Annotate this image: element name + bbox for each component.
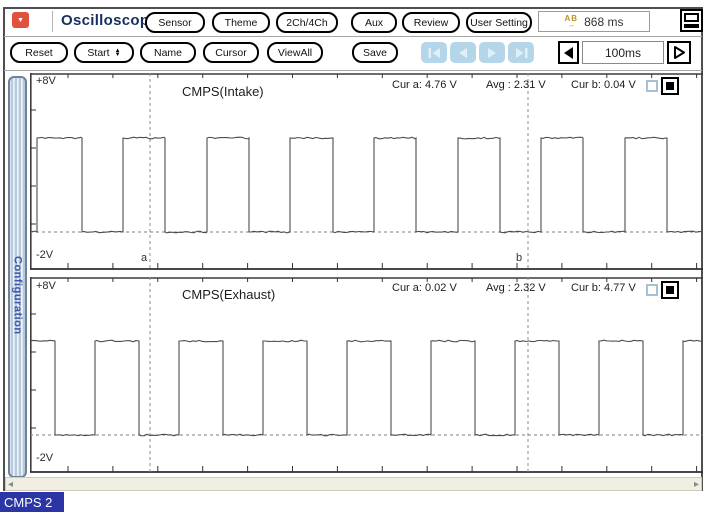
- intake-cursor-a-value: Cur a: 4.76 V: [392, 79, 457, 91]
- intake-channel-indicator[interactable]: [661, 77, 679, 95]
- go-first-button[interactable]: [421, 42, 447, 63]
- start-button-label: Start: [87, 46, 110, 59]
- titlebar-divider: [4, 36, 702, 37]
- indicator-fill: [666, 82, 674, 90]
- viewall-button[interactable]: ViewAll: [267, 42, 323, 63]
- configuration-tab[interactable]: Configuration: [8, 76, 27, 478]
- exhaust-title: CMPS(Exhaust): [182, 287, 276, 302]
- toolbar-divider: [4, 70, 702, 71]
- configuration-tab-label: Configuration: [11, 255, 24, 335]
- arrow-left-icon: [459, 47, 467, 58]
- dropdown-triangle-icon: ▼: [17, 16, 24, 24]
- oscilloscope-window: ▼ Oscilloscope Sensor Theme 2Ch/4Ch Aux …: [0, 0, 713, 521]
- start-button[interactable]: Start ▲ ▼: [74, 42, 134, 63]
- channel-badge: CMPS 2: [0, 492, 64, 512]
- hamburger-menu-icon[interactable]: [680, 9, 703, 32]
- timebase-value[interactable]: 100ms: [582, 41, 664, 64]
- user-setting-button[interactable]: User Setting: [466, 12, 532, 33]
- exhaust-cursor-a-value: Cur a: 0.02 V: [392, 282, 457, 294]
- intake-checkbox[interactable]: [646, 80, 658, 92]
- review-button[interactable]: Review: [402, 12, 460, 33]
- cursor-a-label: a: [141, 252, 148, 264]
- intake-avg-value: Avg : 2.31 V: [486, 79, 546, 91]
- exhaust-vmax-label: +8V: [36, 280, 56, 292]
- ab-time-value: 868 ms: [584, 14, 624, 29]
- exhaust-channel-indicator[interactable]: [661, 281, 679, 299]
- start-spinner-icon: ▲ ▼: [114, 47, 121, 58]
- arrow-right-icon: [488, 47, 496, 58]
- theme-button[interactable]: Theme: [212, 12, 270, 33]
- exhaust-vmin-label: -2V: [36, 452, 54, 464]
- scroll-right-icon[interactable]: ▸: [694, 479, 699, 490]
- triangle-left-icon: [564, 46, 573, 59]
- go-next-button[interactable]: [479, 42, 505, 63]
- menu-bar-icon: [684, 13, 699, 22]
- intake-vmax-label: +8V: [36, 75, 56, 87]
- app-menu-icon[interactable]: ▼: [12, 12, 29, 28]
- cursor-button[interactable]: Cursor: [203, 42, 259, 63]
- aux-button[interactable]: Aux: [351, 12, 397, 33]
- menu-bar-icon: [684, 23, 699, 28]
- intake-waveform-plot[interactable]: [30, 73, 703, 271]
- exhaust-waveform-plot[interactable]: [30, 277, 703, 474]
- indicator-fill: [666, 286, 674, 294]
- triangle-right-icon: [673, 46, 685, 59]
- sensor-button[interactable]: Sensor: [145, 12, 205, 33]
- save-button[interactable]: Save: [352, 42, 398, 63]
- skip-start-icon: [428, 47, 440, 58]
- intake-cursor-b-value: Cur b: 0.04 V: [571, 79, 636, 91]
- exhaust-cursor-b-value: Cur b: 4.77 V: [571, 282, 636, 294]
- ab-time-readout: AB ↔ 868 ms: [538, 11, 650, 32]
- reset-button[interactable]: Reset: [10, 42, 68, 63]
- intake-title: CMPS(Intake): [182, 84, 264, 99]
- skip-end-icon: [515, 47, 527, 58]
- timebase-increase-button[interactable]: [667, 41, 691, 64]
- channel-mode-button[interactable]: 2Ch/4Ch: [276, 12, 338, 33]
- horizontal-scrollbar[interactable]: ◂ ▸: [5, 477, 702, 491]
- go-last-button[interactable]: [508, 42, 534, 63]
- name-button[interactable]: Name: [140, 42, 196, 63]
- title-divider: [52, 11, 53, 32]
- ab-cursor-icon: AB ↔: [564, 13, 579, 29]
- go-prev-button[interactable]: [450, 42, 476, 63]
- cursor-b-label: b: [516, 252, 523, 264]
- exhaust-avg-value: Avg : 2.32 V: [486, 282, 546, 294]
- exhaust-checkbox[interactable]: [646, 284, 658, 296]
- intake-vmin-label: -2V: [36, 249, 54, 261]
- scroll-left-icon[interactable]: ◂: [8, 479, 13, 490]
- page-title: Oscilloscope: [61, 12, 158, 29]
- timebase-decrease-button[interactable]: [558, 41, 579, 64]
